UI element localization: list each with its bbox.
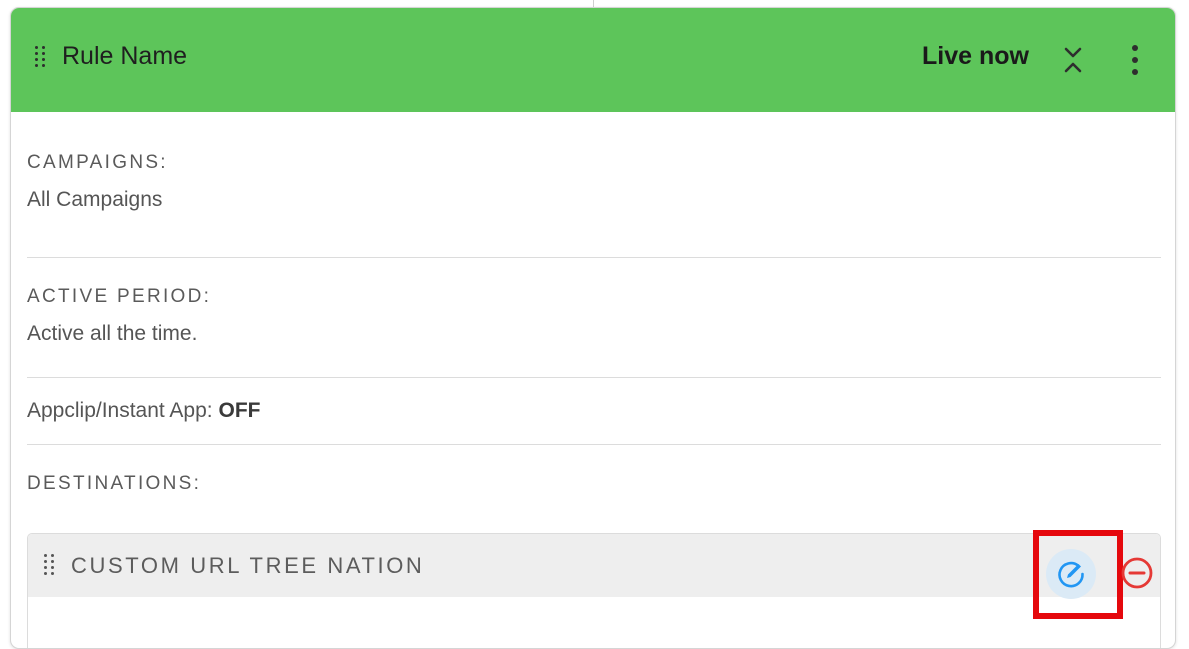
remove-circle-icon bbox=[1121, 557, 1153, 589]
collapse-icon[interactable] bbox=[1060, 44, 1086, 76]
remove-destination-button[interactable] bbox=[1120, 556, 1154, 590]
active-period-value: Active all the time. bbox=[27, 322, 198, 345]
rule-card-header: Rule Name Live now bbox=[11, 8, 1175, 112]
destinations-label: DESTINATIONS: bbox=[27, 473, 202, 494]
rule-card: Rule Name Live now CAMPAIGNS: All Campai… bbox=[10, 7, 1176, 649]
edit-destination-button[interactable] bbox=[1046, 549, 1096, 599]
appclip-label: Appclip/Instant App: bbox=[27, 399, 213, 422]
campaigns-label: CAMPAIGNS: bbox=[27, 152, 168, 173]
active-period-section: ACTIVE PERIOD: Active all the time. bbox=[27, 286, 1161, 346]
rule-name: Rule Name bbox=[62, 42, 188, 70]
section-divider bbox=[27, 257, 1161, 258]
appclip-value: OFF bbox=[218, 399, 261, 422]
live-status: Live now bbox=[922, 42, 1029, 70]
more-menu-icon[interactable] bbox=[1122, 44, 1148, 76]
destination-title: CUSTOM URL TREE NATION bbox=[71, 553, 425, 578]
destinations-section: DESTINATIONS: bbox=[27, 473, 1161, 495]
edit-pencil-icon bbox=[1058, 561, 1084, 588]
campaigns-section: CAMPAIGNS: All Campaigns bbox=[27, 152, 1161, 212]
drag-handle-icon[interactable] bbox=[44, 554, 56, 582]
active-period-label: ACTIVE PERIOD: bbox=[27, 286, 212, 307]
section-divider bbox=[27, 377, 1161, 378]
section-divider bbox=[27, 444, 1161, 445]
campaigns-value: All Campaigns bbox=[27, 188, 163, 211]
destination-item: CUSTOM URL TREE NATION bbox=[27, 533, 1161, 648]
drag-handle-icon[interactable] bbox=[35, 46, 47, 74]
appclip-setting: Appclip/Instant App: OFF bbox=[27, 399, 1161, 423]
destination-item-header: CUSTOM URL TREE NATION bbox=[28, 534, 1160, 597]
